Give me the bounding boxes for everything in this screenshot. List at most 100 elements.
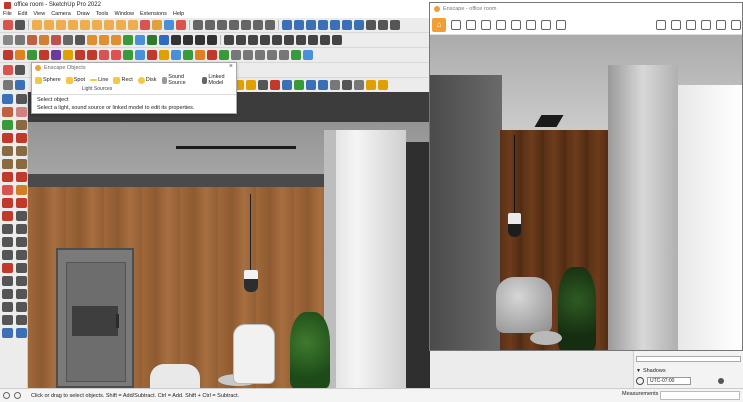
geolocation-icon[interactable] <box>3 392 10 399</box>
group-icon[interactable] <box>51 35 61 45</box>
textured-icon[interactable] <box>342 20 352 30</box>
enscape-export-icon[interactable] <box>556 19 566 30</box>
dimension-tool-icon[interactable] <box>16 224 27 234</box>
offset-icon[interactable] <box>16 211 27 221</box>
enscape-render-view[interactable] <box>430 35 742 350</box>
freehand-icon[interactable] <box>16 133 27 143</box>
menu-camera[interactable]: Camera <box>51 11 71 17</box>
warehouse-icon[interactable] <box>164 20 174 30</box>
disk-light-button[interactable]: Disk <box>137 76 158 84</box>
pan-hand-icon[interactable] <box>246 80 256 90</box>
3d-text-icon[interactable] <box>16 250 27 260</box>
follow-icon[interactable] <box>16 185 27 195</box>
shadow-settings-icon[interactable] <box>718 378 724 384</box>
make-component-icon[interactable] <box>3 65 13 75</box>
enscape-eye-icon[interactable] <box>716 19 726 30</box>
scissors-icon[interactable] <box>342 80 352 90</box>
grid-icon[interactable] <box>231 50 241 60</box>
sun-icon[interactable] <box>296 35 306 45</box>
enscape-home-icon[interactable]: ⌂ <box>432 17 446 32</box>
layer-manager-icon[interactable] <box>354 80 364 90</box>
green-cube-icon[interactable] <box>291 50 301 60</box>
orbit-icon[interactable] <box>224 35 234 45</box>
blue-cube-icon[interactable] <box>303 50 313 60</box>
enscape-preferences-icon[interactable] <box>731 19 741 30</box>
credits-icon[interactable] <box>14 392 21 399</box>
section-icon[interactable] <box>2 263 13 273</box>
circle-outline-3-icon[interactable] <box>279 50 289 60</box>
print-icon[interactable] <box>128 20 138 30</box>
lasso-icon[interactable] <box>15 35 25 45</box>
menu-edit[interactable]: Edit <box>18 11 27 17</box>
look-around-icon[interactable] <box>284 35 294 45</box>
spot-light-button[interactable]: Spot <box>65 76 86 84</box>
right-view-icon[interactable] <box>241 20 251 30</box>
zoom-magnifier-icon[interactable] <box>258 80 268 90</box>
text-tool-icon[interactable] <box>16 237 27 247</box>
previous-view-icon[interactable] <box>282 80 292 90</box>
plant-icon[interactable] <box>294 80 304 90</box>
undo-icon[interactable] <box>104 20 114 30</box>
pan-tool-icon[interactable] <box>2 276 13 286</box>
move-tool-icon[interactable] <box>99 50 109 60</box>
rectangle-icon[interactable] <box>2 146 13 156</box>
pan-icon[interactable] <box>236 35 246 45</box>
timezone-select[interactable]: UTC-07:00 <box>647 377 691 385</box>
warning-icon[interactable] <box>159 50 169 60</box>
follow-me-icon[interactable] <box>123 50 133 60</box>
rectangle-tool-icon[interactable] <box>75 50 85 60</box>
green-diamond-icon[interactable] <box>27 50 37 60</box>
enscape-binoculars-icon[interactable] <box>466 19 476 30</box>
eraser-icon[interactable] <box>15 20 25 30</box>
tape-measure-icon[interactable] <box>75 35 85 45</box>
menu-help[interactable]: Help <box>173 11 184 17</box>
protractor-tool-icon[interactable] <box>2 237 13 247</box>
walk-icon[interactable] <box>260 35 270 45</box>
protractor-icon[interactable] <box>171 50 181 60</box>
circle-icon[interactable] <box>2 159 13 169</box>
blue-sphere-2-icon[interactable] <box>318 80 328 90</box>
camera-icon[interactable] <box>152 20 162 30</box>
cube-blue-icon[interactable] <box>135 35 145 45</box>
enscape-start-icon[interactable] <box>171 35 181 45</box>
dimension-icon[interactable] <box>332 35 342 45</box>
blue-tool-icon[interactable] <box>2 328 13 338</box>
fog-icon[interactable] <box>308 35 318 45</box>
text-icon[interactable] <box>320 35 330 45</box>
enscape-views-icon[interactable] <box>451 19 461 30</box>
close-icon[interactable]: × <box>229 63 233 70</box>
eraser-tool-icon[interactable] <box>16 107 27 117</box>
select-icon[interactable] <box>2 94 13 104</box>
zoom-extents-icon[interactable] <box>270 80 280 90</box>
front-view-icon[interactable] <box>229 20 239 30</box>
redo-icon[interactable] <box>116 20 126 30</box>
home-icon[interactable] <box>193 20 203 30</box>
wireframe-icon[interactable] <box>306 20 316 30</box>
enscape-panorama-icon[interactable] <box>541 19 551 30</box>
orbit-tool-icon[interactable] <box>16 263 27 273</box>
push-pull-icon[interactable] <box>2 185 13 195</box>
iso-view-icon[interactable] <box>205 20 215 30</box>
look-around-tool-icon[interactable] <box>2 315 13 325</box>
extension-icon[interactable] <box>176 20 186 30</box>
grid-2-icon[interactable] <box>243 50 253 60</box>
left-view-icon[interactable] <box>265 20 275 30</box>
layers-icon[interactable] <box>378 20 388 30</box>
position-camera-tool-icon[interactable] <box>2 302 13 312</box>
enscape-settings-icon[interactable] <box>671 19 681 30</box>
model-info-icon[interactable] <box>140 20 150 30</box>
arc-icon[interactable] <box>2 172 13 182</box>
monochrome-icon[interactable] <box>354 20 364 30</box>
pie-icon[interactable] <box>16 172 27 182</box>
linked-model-button[interactable]: Linked Model <box>201 74 236 86</box>
stamp-icon[interactable] <box>111 35 121 45</box>
circle-outline-2-icon[interactable] <box>267 50 277 60</box>
enscape-screenshot-icon[interactable] <box>526 19 536 30</box>
scale-icon[interactable] <box>2 211 13 221</box>
menu-window[interactable]: Window <box>114 11 134 17</box>
arrow-icon[interactable] <box>366 20 376 30</box>
red-ruby-icon[interactable] <box>3 50 13 60</box>
select-dropdown-icon[interactable] <box>16 94 27 104</box>
position-camera-icon[interactable] <box>272 35 282 45</box>
orange-diamond-icon[interactable] <box>15 50 25 60</box>
